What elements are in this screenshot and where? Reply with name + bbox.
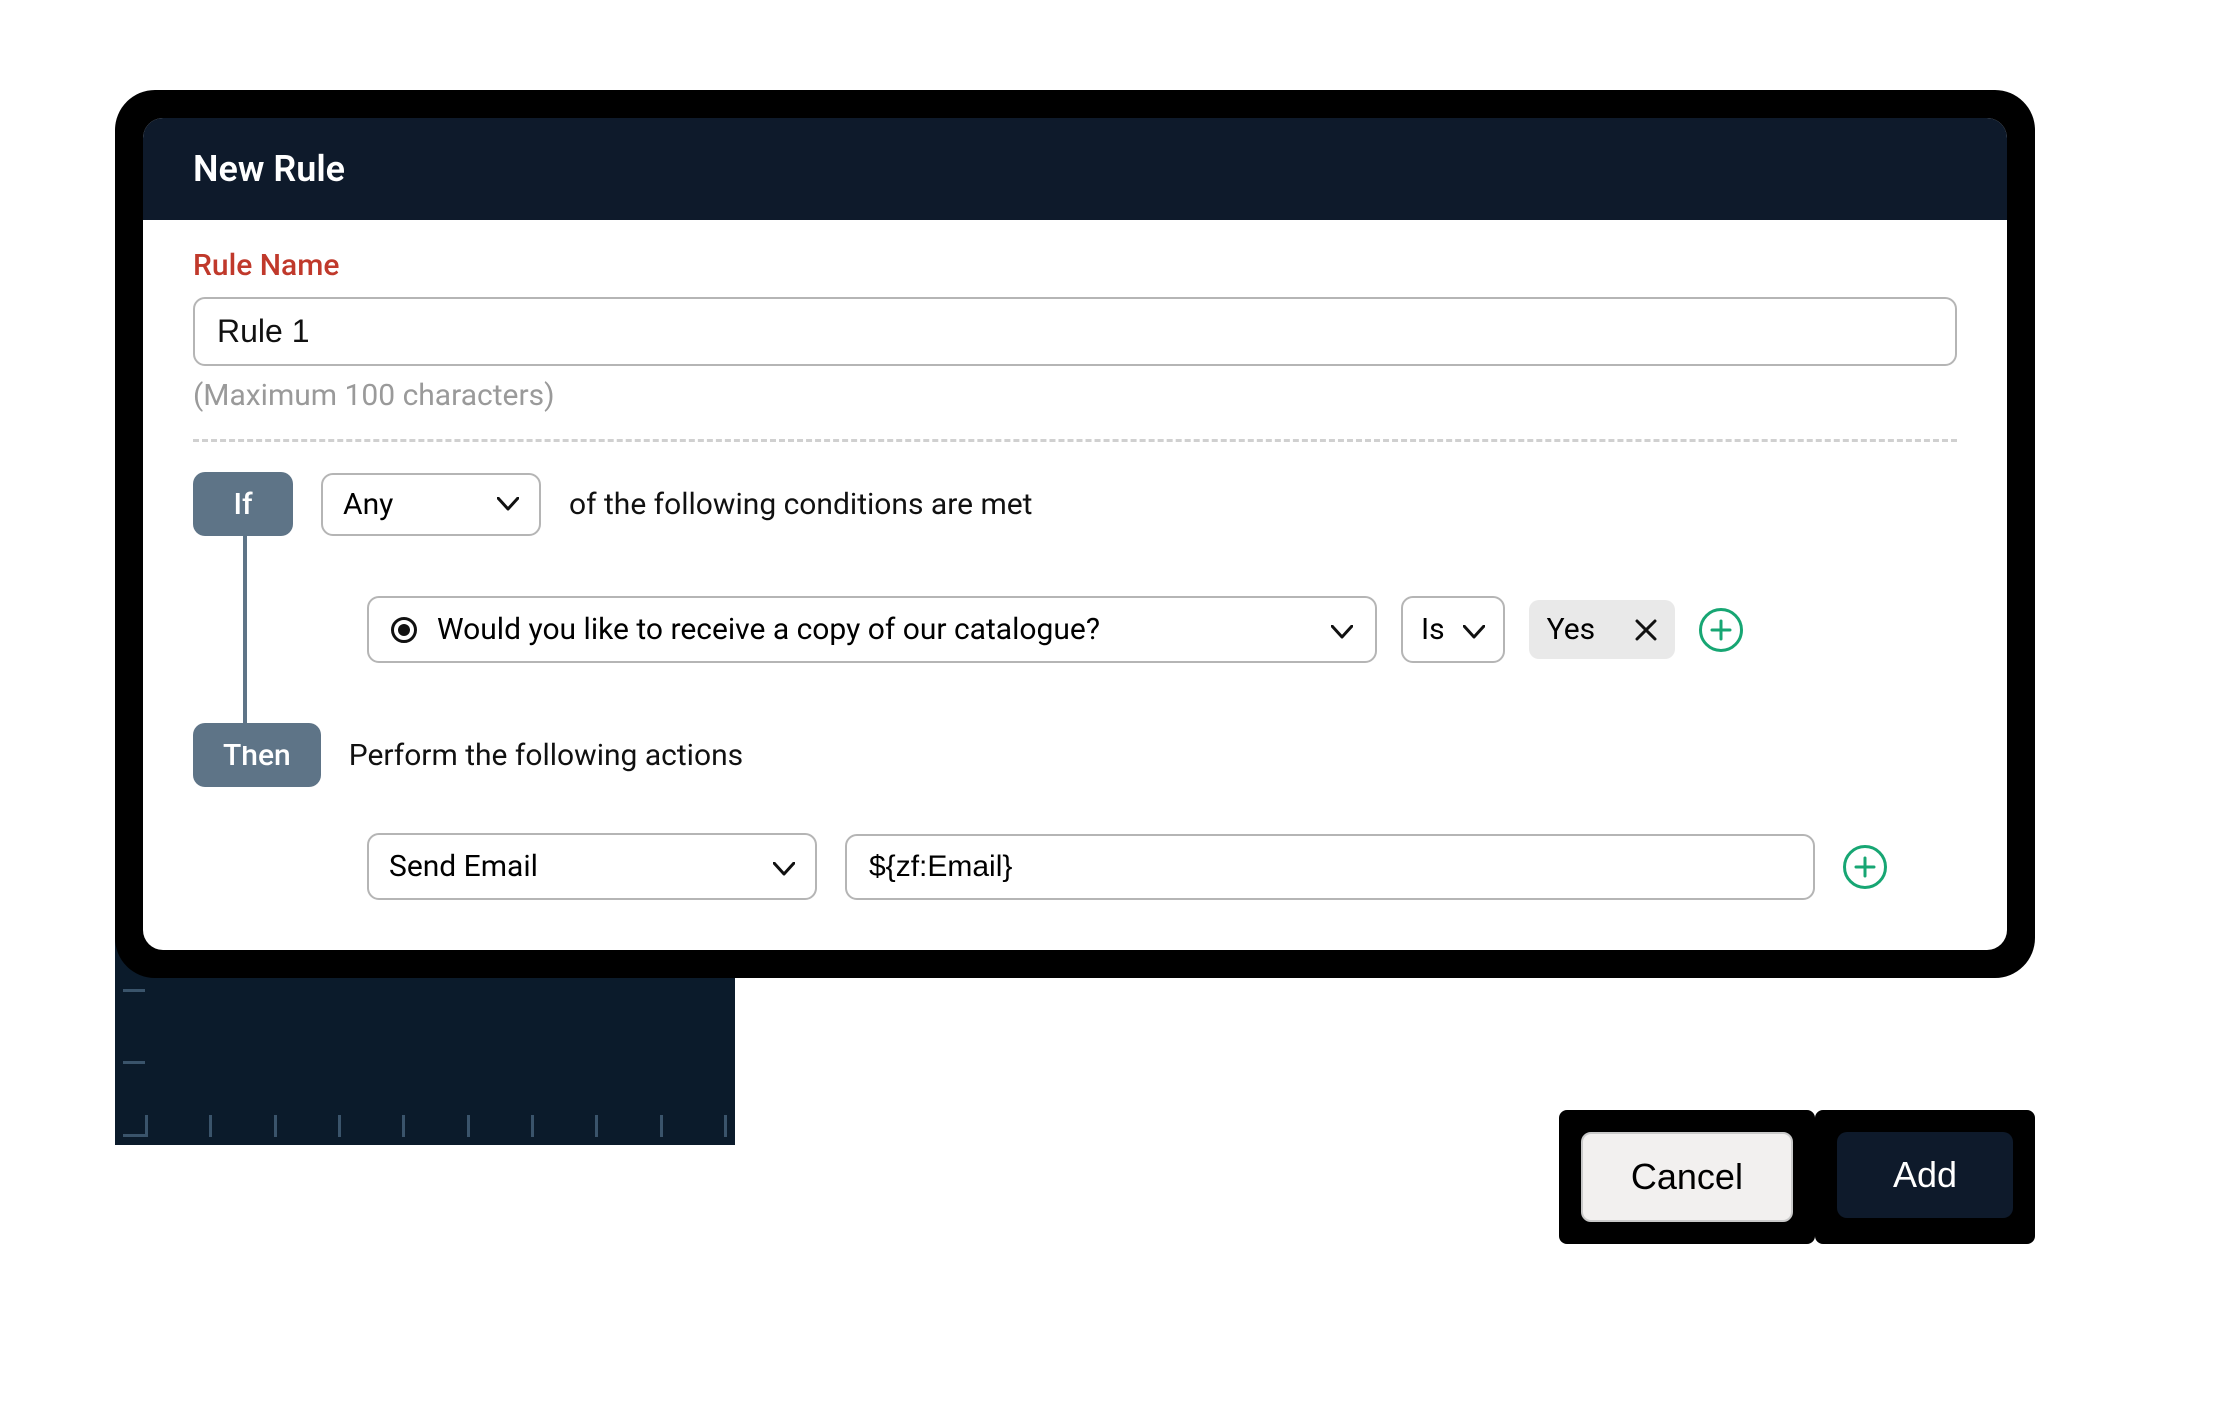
chevron-down-icon (1331, 612, 1353, 647)
condition-field-select[interactable]: Would you like to receive a copy of our … (367, 596, 1377, 663)
if-badge: If (193, 472, 293, 536)
flow-connector (243, 536, 247, 746)
rule-name-label: Rule Name (193, 248, 1957, 283)
add-button[interactable]: Add (1837, 1132, 2013, 1218)
add-condition-button[interactable] (1699, 608, 1743, 652)
condition-field-label: Would you like to receive a copy of our … (437, 612, 1311, 647)
action-value-input[interactable] (845, 834, 1815, 900)
add-button-frame: Add (1815, 1110, 2035, 1244)
chevron-down-icon (1463, 612, 1485, 647)
action-type-value: Send Email (389, 849, 538, 884)
modal-title: New Rule (143, 118, 2007, 220)
if-tail-text: of the following conditions are met (569, 487, 1033, 522)
match-mode-select[interactable]: Any (321, 473, 541, 536)
add-action-button[interactable] (1843, 845, 1887, 889)
then-intro-text: Perform the following actions (349, 738, 743, 773)
match-mode-value: Any (343, 487, 393, 522)
cancel-button[interactable]: Cancel (1581, 1132, 1793, 1222)
rule-name-helper: (Maximum 100 characters) (193, 378, 1957, 413)
close-icon[interactable] (1635, 619, 1657, 641)
condition-operator-select[interactable]: Is (1401, 596, 1505, 663)
condition-value-text: Yes (1547, 612, 1595, 647)
modal-frame: New Rule Rule Name (Maximum 100 characte… (115, 90, 2035, 978)
rule-name-input[interactable] (193, 297, 1957, 366)
then-badge: Then (193, 723, 321, 787)
condition-operator-value: Is (1421, 612, 1445, 647)
cancel-button-frame: Cancel (1559, 1110, 1815, 1244)
new-rule-modal: New Rule Rule Name (Maximum 100 characte… (143, 118, 2007, 950)
radio-icon (391, 617, 417, 643)
condition-value-chip[interactable]: Yes (1529, 600, 1675, 659)
chevron-down-icon (773, 849, 795, 884)
divider (193, 439, 1957, 442)
chevron-down-icon (497, 497, 519, 511)
action-type-select[interactable]: Send Email (367, 833, 817, 900)
